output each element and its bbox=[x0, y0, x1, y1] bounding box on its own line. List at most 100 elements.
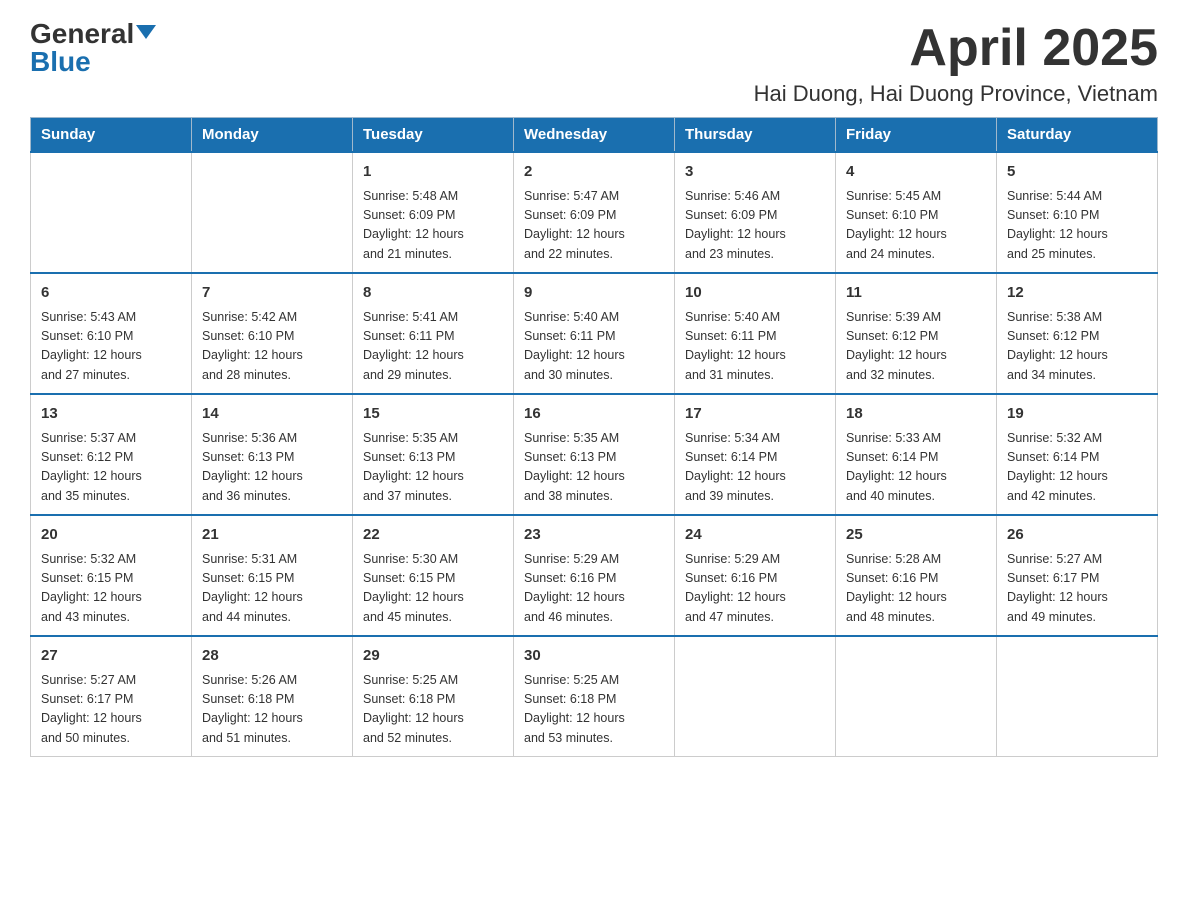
day-number: 29 bbox=[363, 645, 503, 668]
day-number: 30 bbox=[524, 645, 664, 668]
calendar-cell: 12 Sunrise: 5:38 AMSunset: 6:12 PMDayligh… bbox=[997, 273, 1158, 394]
calendar-cell: 5Sunrise: 5:44 AMSunset: 6:10 PMDaylight… bbox=[997, 152, 1158, 273]
calendar-cell: 25Sunrise: 5:28 AMSunset: 6:16 PMDayligh… bbox=[836, 515, 997, 636]
calendar-cell: 15 Sunrise: 5:35 AMSunset: 6:13 PMDayligh… bbox=[353, 394, 514, 515]
day-info: Sunrise: 5:37 AMSunset: 6:12 PMDaylight:… bbox=[41, 429, 181, 507]
logo-blue-text: Blue bbox=[30, 48, 91, 76]
weekday-header-monday: Monday bbox=[192, 118, 353, 153]
day-info: Sunrise: 5:28 AMSunset: 6:16 PMDaylight:… bbox=[846, 550, 986, 628]
calendar-cell: 17 Sunrise: 5:34 AMSunset: 6:14 PMDayligh… bbox=[675, 394, 836, 515]
day-info: Sunrise: 5:27 AMSunset: 6:17 PMDaylight:… bbox=[41, 671, 181, 749]
calendar-cell bbox=[192, 152, 353, 273]
calendar-cell: 28 Sunrise: 5:26 AMSunset: 6:18 PMDayligh… bbox=[192, 636, 353, 757]
calendar-cell: 30 Sunrise: 5:25 AMSunset: 6:18 PMDayligh… bbox=[514, 636, 675, 757]
day-info: Sunrise: 5:45 AMSunset: 6:10 PMDaylight:… bbox=[846, 187, 986, 265]
week-row-1: 1 Sunrise: 5:48 AMSunset: 6:09 PMDaylight… bbox=[31, 152, 1158, 273]
calendar-cell bbox=[997, 636, 1158, 757]
day-number: 10 bbox=[685, 282, 825, 305]
calendar-cell: 2 Sunrise: 5:47 AMSunset: 6:09 PMDaylight… bbox=[514, 152, 675, 273]
day-info: Sunrise: 5:29 AMSunset: 6:16 PMDaylight:… bbox=[524, 550, 664, 628]
day-info: Sunrise: 5:27 AMSunset: 6:17 PMDaylight:… bbox=[1007, 550, 1147, 628]
weekday-header-thursday: Thursday bbox=[675, 118, 836, 153]
logo-triangle-icon bbox=[136, 25, 156, 39]
day-number: 19 bbox=[1007, 403, 1147, 426]
day-number: 13 bbox=[41, 403, 181, 426]
calendar-cell: 21 Sunrise: 5:31 AMSunset: 6:15 PMDayligh… bbox=[192, 515, 353, 636]
day-info: Sunrise: 5:33 AMSunset: 6:14 PMDaylight:… bbox=[846, 429, 986, 507]
calendar-cell: 18 Sunrise: 5:33 AMSunset: 6:14 PMDayligh… bbox=[836, 394, 997, 515]
calendar-cell: 1 Sunrise: 5:48 AMSunset: 6:09 PMDaylight… bbox=[353, 152, 514, 273]
day-info: Sunrise: 5:35 AMSunset: 6:13 PMDaylight:… bbox=[363, 429, 503, 507]
day-number: 11 bbox=[846, 282, 986, 305]
calendar-table: SundayMondayTuesdayWednesdayThursdayFrid… bbox=[30, 117, 1158, 757]
day-number: 23 bbox=[524, 524, 664, 547]
day-number: 12 bbox=[1007, 282, 1147, 305]
day-number: 6 bbox=[41, 282, 181, 305]
day-info: Sunrise: 5:32 AMSunset: 6:15 PMDaylight:… bbox=[41, 550, 181, 628]
calendar-cell: 19Sunrise: 5:32 AMSunset: 6:14 PMDayligh… bbox=[997, 394, 1158, 515]
title-block: April 2025 Hai Duong, Hai Duong Province… bbox=[754, 20, 1158, 107]
weekday-header-tuesday: Tuesday bbox=[353, 118, 514, 153]
calendar-cell: 24Sunrise: 5:29 AMSunset: 6:16 PMDayligh… bbox=[675, 515, 836, 636]
calendar-cell: 4 Sunrise: 5:45 AMSunset: 6:10 PMDaylight… bbox=[836, 152, 997, 273]
calendar-cell: 7Sunrise: 5:42 AMSunset: 6:10 PMDaylight… bbox=[192, 273, 353, 394]
day-number: 16 bbox=[524, 403, 664, 426]
calendar-cell: 20 Sunrise: 5:32 AMSunset: 6:15 PMDayligh… bbox=[31, 515, 192, 636]
day-info: Sunrise: 5:29 AMSunset: 6:16 PMDaylight:… bbox=[685, 550, 825, 628]
day-number: 15 bbox=[363, 403, 503, 426]
calendar-cell: 26 Sunrise: 5:27 AMSunset: 6:17 PMDayligh… bbox=[997, 515, 1158, 636]
calendar-cell: 3 Sunrise: 5:46 AMSunset: 6:09 PMDaylight… bbox=[675, 152, 836, 273]
week-row-2: 6Sunrise: 5:43 AMSunset: 6:10 PMDaylight… bbox=[31, 273, 1158, 394]
day-number: 18 bbox=[846, 403, 986, 426]
day-info: Sunrise: 5:44 AMSunset: 6:10 PMDaylight:… bbox=[1007, 187, 1147, 265]
day-info: Sunrise: 5:48 AMSunset: 6:09 PMDaylight:… bbox=[363, 187, 503, 265]
calendar-cell: 8Sunrise: 5:41 AMSunset: 6:11 PMDaylight… bbox=[353, 273, 514, 394]
day-info: Sunrise: 5:42 AMSunset: 6:10 PMDaylight:… bbox=[202, 308, 342, 386]
week-row-5: 27 Sunrise: 5:27 AMSunset: 6:17 PMDayligh… bbox=[31, 636, 1158, 757]
day-number: 20 bbox=[41, 524, 181, 547]
day-number: 17 bbox=[685, 403, 825, 426]
day-info: Sunrise: 5:41 AMSunset: 6:11 PMDaylight:… bbox=[363, 308, 503, 386]
weekday-header-sunday: Sunday bbox=[31, 118, 192, 153]
calendar-cell bbox=[31, 152, 192, 273]
day-number: 26 bbox=[1007, 524, 1147, 547]
calendar-cell: 16 Sunrise: 5:35 AMSunset: 6:13 PMDayligh… bbox=[514, 394, 675, 515]
calendar-cell: 9 Sunrise: 5:40 AMSunset: 6:11 PMDaylight… bbox=[514, 273, 675, 394]
location-title: Hai Duong, Hai Duong Province, Vietnam bbox=[754, 81, 1158, 107]
day-number: 22 bbox=[363, 524, 503, 547]
day-info: Sunrise: 5:46 AMSunset: 6:09 PMDaylight:… bbox=[685, 187, 825, 265]
calendar-header-row: SundayMondayTuesdayWednesdayThursdayFrid… bbox=[31, 118, 1158, 153]
day-info: Sunrise: 5:39 AMSunset: 6:12 PMDaylight:… bbox=[846, 308, 986, 386]
calendar-cell bbox=[675, 636, 836, 757]
day-number: 1 bbox=[363, 161, 503, 184]
day-info: Sunrise: 5:34 AMSunset: 6:14 PMDaylight:… bbox=[685, 429, 825, 507]
calendar-cell: 23 Sunrise: 5:29 AMSunset: 6:16 PMDayligh… bbox=[514, 515, 675, 636]
week-row-4: 20 Sunrise: 5:32 AMSunset: 6:15 PMDayligh… bbox=[31, 515, 1158, 636]
day-info: Sunrise: 5:47 AMSunset: 6:09 PMDaylight:… bbox=[524, 187, 664, 265]
day-number: 28 bbox=[202, 645, 342, 668]
day-info: Sunrise: 5:26 AMSunset: 6:18 PMDaylight:… bbox=[202, 671, 342, 749]
day-number: 2 bbox=[524, 161, 664, 184]
calendar-cell: 14Sunrise: 5:36 AMSunset: 6:13 PMDayligh… bbox=[192, 394, 353, 515]
logo-general-text: General bbox=[30, 20, 134, 48]
day-info: Sunrise: 5:35 AMSunset: 6:13 PMDaylight:… bbox=[524, 429, 664, 507]
weekday-header-friday: Friday bbox=[836, 118, 997, 153]
day-info: Sunrise: 5:36 AMSunset: 6:13 PMDaylight:… bbox=[202, 429, 342, 507]
week-row-3: 13 Sunrise: 5:37 AMSunset: 6:12 PMDayligh… bbox=[31, 394, 1158, 515]
calendar-cell: 10 Sunrise: 5:40 AMSunset: 6:11 PMDayligh… bbox=[675, 273, 836, 394]
calendar-cell: 11 Sunrise: 5:39 AMSunset: 6:12 PMDayligh… bbox=[836, 273, 997, 394]
calendar-cell: 6Sunrise: 5:43 AMSunset: 6:10 PMDaylight… bbox=[31, 273, 192, 394]
day-info: Sunrise: 5:40 AMSunset: 6:11 PMDaylight:… bbox=[524, 308, 664, 386]
day-number: 21 bbox=[202, 524, 342, 547]
day-info: Sunrise: 5:40 AMSunset: 6:11 PMDaylight:… bbox=[685, 308, 825, 386]
day-number: 3 bbox=[685, 161, 825, 184]
calendar-cell bbox=[836, 636, 997, 757]
day-number: 27 bbox=[41, 645, 181, 668]
day-number: 4 bbox=[846, 161, 986, 184]
day-info: Sunrise: 5:38 AMSunset: 6:12 PMDaylight:… bbox=[1007, 308, 1147, 386]
day-info: Sunrise: 5:25 AMSunset: 6:18 PMDaylight:… bbox=[524, 671, 664, 749]
month-title: April 2025 bbox=[754, 20, 1158, 77]
page-header: General Blue April 2025 Hai Duong, Hai D… bbox=[30, 20, 1158, 107]
day-info: Sunrise: 5:31 AMSunset: 6:15 PMDaylight:… bbox=[202, 550, 342, 628]
day-number: 9 bbox=[524, 282, 664, 305]
